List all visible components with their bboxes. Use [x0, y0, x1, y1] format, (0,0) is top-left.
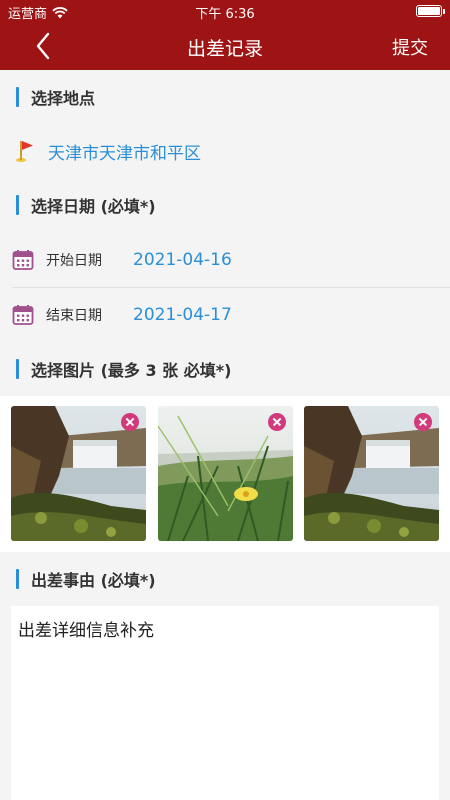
page-title: 出差记录 [186, 38, 263, 60]
location-section-label: 选择地点 [31, 89, 96, 108]
date-section-title: 选择日期 (必填*) [16, 194, 156, 216]
remove-photo-icon[interactable] [268, 413, 286, 431]
location-selector[interactable]: 天津市天津市和平区 [14, 138, 201, 164]
photo-section-title: 选择图片 (最多 3 张 必填*) [16, 358, 231, 380]
nav-bar: 出差记录 提交 [0, 22, 450, 70]
remove-photo-icon[interactable] [414, 413, 432, 431]
date-section-label: 选择日期 (必填*) [31, 197, 156, 216]
start-date-row[interactable]: 开始日期 2021-04-16 [0, 233, 450, 287]
section-accent-bar [16, 359, 19, 379]
photo-section-label: 选择图片 (最多 3 张 必填*) [31, 361, 232, 380]
section-accent-bar [16, 195, 19, 215]
battery-icon [416, 5, 445, 17]
status-bar: 运营商 下午 6:36 [0, 0, 450, 22]
submit-button[interactable]: 提交 [392, 34, 428, 60]
back-button[interactable] [28, 30, 64, 62]
section-accent-bar [16, 569, 19, 589]
reason-section-label: 出差事由 (必填*) [31, 571, 156, 590]
battery-fill [418, 7, 440, 15]
location-section-title: 选择地点 [16, 86, 95, 108]
start-date-label: 开始日期 [46, 253, 102, 269]
section-accent-bar [16, 87, 19, 107]
end-date-row[interactable]: 结束日期 2021-04-17 [0, 288, 450, 342]
photo-grid [0, 396, 450, 552]
calendar-icon [12, 250, 34, 270]
reason-textarea[interactable]: 出差详细信息补充 [11, 606, 439, 800]
chevron-left-icon [36, 32, 50, 60]
remove-photo-icon[interactable] [121, 413, 139, 431]
end-date-label: 结束日期 [46, 308, 102, 324]
photo-thumbnail-waterfall[interactable] [304, 406, 439, 541]
status-time: 下午 6:36 [195, 7, 255, 22]
app-header: 运营商 下午 6:36 出差记录 提交 [0, 0, 450, 70]
end-date-value: 2021-04-17 [133, 305, 232, 325]
flag-icon [16, 141, 33, 162]
calendar-icon [12, 305, 34, 325]
location-value: 天津市天津市和平区 [48, 143, 201, 164]
start-date-value: 2021-04-16 [133, 250, 232, 270]
photo-thumbnail-waterfall[interactable] [11, 406, 146, 541]
photo-thumbnail-flower[interactable] [158, 406, 293, 541]
reason-section-title: 出差事由 (必填*) [16, 568, 156, 590]
